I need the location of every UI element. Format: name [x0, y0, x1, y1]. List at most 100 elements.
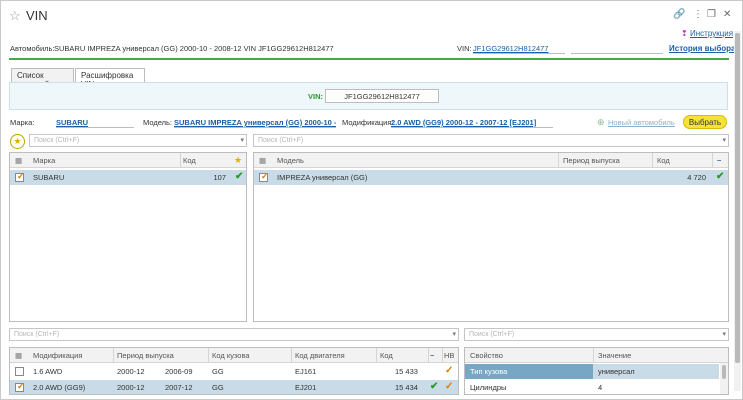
vin-panel-value[interactable]: JF1GG29612H812477	[325, 89, 439, 103]
body-code: GG	[212, 383, 224, 392]
check-icon: ✔	[430, 381, 439, 392]
property-name: Тип кузова	[470, 367, 508, 376]
table-row[interactable]: Тип кузова универсал	[465, 364, 719, 379]
brand-value[interactable]: SUBARU	[56, 118, 134, 128]
property-value: универсал	[598, 367, 635, 376]
column-engine-code[interactable]: Код двигателя	[295, 351, 345, 360]
model-value[interactable]: SUBARU IMPREZA универсал (GG) 2000-10 - …	[174, 118, 336, 128]
columns-icon[interactable]: ▦	[259, 156, 266, 165]
body-code: GG	[212, 367, 224, 376]
modification-label: Модификация:	[342, 118, 394, 127]
vin-window: ☆ VIN 🔗 ⋮ ❐ ✕ ❢ Инструкция Автомобиль: S…	[0, 0, 743, 400]
favorite-column-icon[interactable]: ★	[234, 155, 242, 166]
history-link[interactable]: История выбора	[669, 44, 736, 53]
modification-search-input[interactable]: Поиск (Ctrl+F) ▾	[9, 328, 459, 341]
brand-search-input[interactable]: Поиск (Ctrl+F) ▾	[29, 134, 247, 147]
modification-name: 1.6 AWD	[33, 367, 63, 376]
period-to: 2007-12	[165, 383, 193, 392]
model-name: IMPREZA универсал (GG)	[277, 173, 368, 182]
chevron-down-icon[interactable]: ▾	[722, 330, 726, 338]
table-row[interactable]: 2.0 AWD (GG9) 2000-12 2007-12 GG EJ201 1…	[10, 380, 458, 394]
window-scrollbar[interactable]	[734, 31, 741, 391]
chevron-down-icon[interactable]: ▾	[452, 330, 456, 338]
column-brand[interactable]: Марка	[33, 156, 55, 165]
column-period[interactable]: Период выпуска	[117, 351, 174, 360]
close-icon[interactable]: ✕	[723, 9, 731, 20]
property-search-input[interactable]: Поиск (Ctrl+F) ▾	[464, 328, 729, 341]
column-code[interactable]: Код	[657, 156, 670, 165]
table-header: ▦ Марка Код ★	[10, 153, 246, 168]
columns-icon[interactable]: ▦	[15, 156, 22, 165]
row-checkbox[interactable]	[15, 367, 24, 376]
model-code: 4 720	[687, 173, 706, 182]
minus-icon[interactable]: −	[430, 351, 434, 360]
engine-code: EJ201	[295, 383, 317, 392]
period-to: 2006-09	[165, 367, 193, 376]
row-checkbox[interactable]	[259, 171, 269, 182]
row-checkbox[interactable]	[15, 171, 25, 182]
table-row[interactable]: 1.6 AWD 2000-12 2006-09 GG EJ161 15 433 …	[10, 364, 458, 379]
vin-link[interactable]: JF1GG29612H812477	[473, 44, 565, 54]
column-nv[interactable]: НВ	[444, 351, 454, 360]
table-header: ▦ Модификация Период выпуска Код кузова …	[10, 348, 458, 363]
car-value: SUBARU IMPREZA универсал (GG) 2000-10 - …	[54, 44, 334, 53]
table-row[interactable]: Цилиндры 4	[465, 380, 719, 394]
search-placeholder: Поиск (Ctrl+F)	[469, 331, 515, 338]
column-period[interactable]: Период выпуска	[563, 156, 620, 165]
chevron-down-icon[interactable]: ▾	[722, 136, 726, 144]
tab-vin-decode[interactable]: Расшифровка VIN	[75, 68, 145, 89]
favorites-star-icon[interactable]: ★	[10, 134, 25, 149]
column-code[interactable]: Код	[183, 156, 196, 165]
modifications-table: ▦ Модификация Период выпуска Код кузова …	[9, 347, 459, 395]
more-menu-icon[interactable]: ⋮	[693, 9, 703, 20]
minus-icon[interactable]: −	[717, 156, 721, 165]
check-icon: ✓	[445, 365, 454, 376]
modification-code: 15 434	[395, 383, 418, 392]
table-row[interactable]: SUBARU 107 ✔	[10, 170, 246, 185]
title-bar: ☆ VIN 🔗 ⋮ ❐ ✕	[1, 1, 742, 31]
modification-name: 2.0 AWD (GG9)	[33, 383, 86, 392]
column-value[interactable]: Значение	[598, 351, 631, 360]
new-car-link[interactable]: Новый автомобиль	[608, 118, 675, 127]
vin-panel-label: VIN:	[308, 92, 323, 101]
column-code[interactable]: Код	[380, 351, 393, 360]
modification-code: 15 433	[395, 367, 418, 376]
table-row[interactable]: IMPREZA универсал (GG) 4 720 ✔	[254, 170, 728, 185]
column-body-code[interactable]: Код кузова	[212, 351, 250, 360]
brands-table: ▦ Марка Код ★ SUBARU 107 ✔	[9, 152, 247, 322]
scrollbar-thumb[interactable]	[735, 33, 740, 363]
table-header: Свойство Значение	[465, 348, 728, 363]
model-label: Модель:	[143, 118, 173, 127]
model-search-input[interactable]: Поиск (Ctrl+F) ▾	[253, 134, 729, 147]
column-model[interactable]: Модель	[277, 156, 304, 165]
vin-panel: VIN: JF1GG29612H812477	[9, 82, 728, 110]
row-checkbox[interactable]	[15, 381, 25, 392]
link-icon[interactable]: 🔗	[673, 9, 685, 20]
vin-label: VIN:	[457, 44, 472, 53]
search-placeholder: Поиск (Ctrl+F)	[34, 137, 80, 144]
columns-icon[interactable]: ▦	[15, 351, 22, 360]
scrollbar-thumb[interactable]	[722, 365, 726, 379]
check-icon: ✓	[445, 381, 454, 392]
vin-extra-field[interactable]	[571, 44, 663, 54]
plus-circle-icon: ⊕	[597, 117, 605, 127]
tab-model-list[interactable]: Список моделей	[11, 68, 74, 89]
column-property[interactable]: Свойство	[470, 351, 503, 360]
select-button[interactable]: Выбрать	[683, 115, 727, 129]
car-label: Автомобиль:	[10, 44, 55, 53]
chevron-down-icon[interactable]: ▾	[240, 136, 244, 144]
check-icon: ✔	[716, 171, 725, 182]
period-from: 2000-12	[117, 367, 145, 376]
instruction-link[interactable]: Инструкция	[690, 29, 733, 38]
modification-value[interactable]: 2.0 AWD (GG9) 2000-12 - 2007-12 [EJ201]	[391, 118, 553, 128]
column-modification[interactable]: Модификация	[33, 351, 82, 360]
search-placeholder: Поиск (Ctrl+F)	[14, 331, 60, 338]
period-from: 2000-12	[117, 383, 145, 392]
brand-name: SUBARU	[33, 173, 65, 182]
restore-window-icon[interactable]: ❐	[707, 9, 716, 20]
brand-code: 107	[213, 173, 226, 182]
search-placeholder: Поиск (Ctrl+F)	[258, 137, 304, 144]
models-table: ▦ Модель Период выпуска Код − IMPREZA ун…	[253, 152, 729, 322]
favorite-star-icon[interactable]: ☆	[9, 8, 21, 24]
properties-scrollbar[interactable]	[720, 363, 728, 394]
